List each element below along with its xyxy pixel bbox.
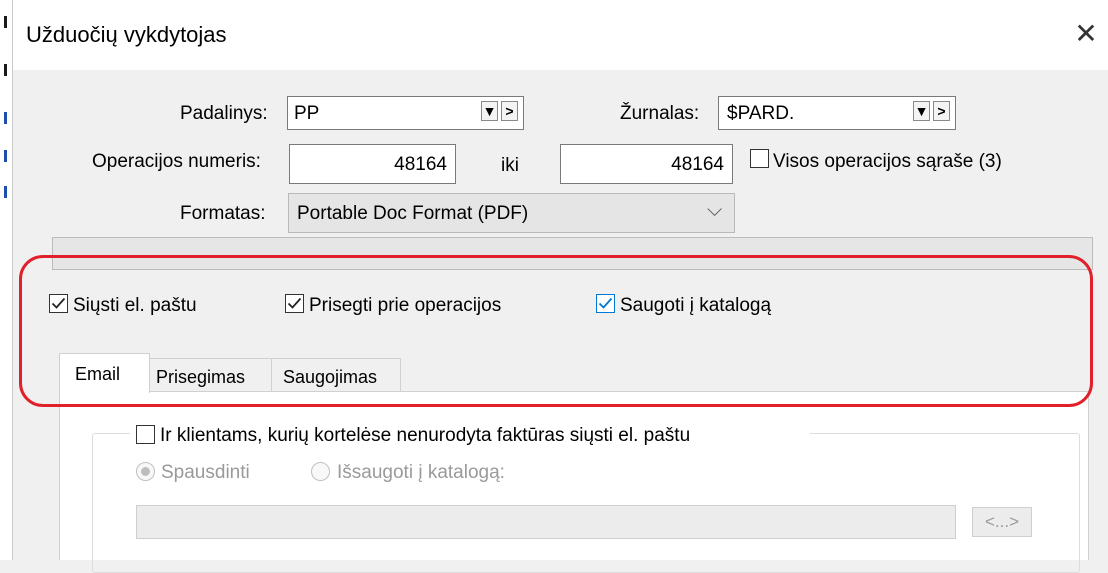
- close-icon[interactable]: ✕: [1068, 16, 1104, 52]
- formatas-label: Formatas:: [180, 203, 266, 224]
- siusti-checkbox[interactable]: [49, 294, 68, 313]
- browse-button[interactable]: <...>: [972, 507, 1032, 537]
- saugoti-label: Saugoti į katalogą: [620, 295, 772, 316]
- siusti-label: Siųsti el. paštu: [73, 295, 197, 316]
- tab-email[interactable]: Email: [59, 353, 150, 393]
- zurnalas-combo[interactable]: $PARD. ▼ >: [718, 96, 956, 130]
- formatas-select[interactable]: Portable Doc Format (PDF) ⌵: [288, 193, 735, 233]
- ir-klientams-label: Ir klientams, kurių kortelėse nenurodyta…: [160, 425, 699, 447]
- operacijos-from-value: 48164: [394, 154, 447, 175]
- operacijos-from-input[interactable]: 48164: [289, 144, 456, 184]
- issaugoti-label: Išsaugoti į katalogą:: [337, 462, 505, 483]
- operacijos-label: Operacijos numeris:: [92, 151, 261, 172]
- visos-label: Visos operacijos sąraše (3): [773, 151, 1002, 172]
- padalinys-label: Padalinys:: [180, 103, 268, 124]
- padalinys-value: PP: [294, 103, 320, 124]
- formatas-value: Portable Doc Format (PDF): [297, 203, 529, 224]
- background-window-edge: [0, 0, 13, 560]
- checkmark-icon: [598, 297, 613, 309]
- checkmark-icon: [51, 297, 66, 309]
- prisegti-label: Prisegti prie operacijos: [309, 295, 502, 316]
- zurnalas-value: $PARD.: [727, 103, 795, 124]
- padalinys-combo[interactable]: PP ▼ >: [287, 96, 524, 130]
- issaugoti-radio[interactable]: [311, 462, 330, 481]
- operacijos-to-value: 48164: [671, 154, 724, 175]
- progress-bar: [52, 237, 1093, 270]
- zurnalas-label: Žurnalas:: [620, 103, 700, 124]
- chevron-down-icon: ⌵: [707, 199, 723, 221]
- spausdinti-label: Spausdinti: [161, 462, 250, 483]
- filter-dropdown-icon[interactable]: ▼: [913, 101, 930, 121]
- window-title: Užduočių vykdytojas: [26, 22, 227, 47]
- next-arrow-icon[interactable]: >: [501, 101, 518, 121]
- tab-prisegimas[interactable]: Prisegimas: [149, 358, 272, 392]
- spausdinti-radio[interactable]: [136, 462, 155, 481]
- visos-checkbox[interactable]: [750, 149, 769, 168]
- saugoti-checkbox[interactable]: [596, 294, 615, 313]
- email-groupbox: [92, 433, 1080, 573]
- next-arrow-icon[interactable]: >: [933, 101, 950, 121]
- prisegti-checkbox[interactable]: [285, 294, 304, 313]
- iki-label: iki: [501, 155, 519, 176]
- filter-dropdown-icon[interactable]: ▼: [481, 101, 498, 121]
- checkmark-icon: [287, 297, 302, 309]
- ir-klientams-checkbox[interactable]: [136, 425, 155, 444]
- tab-saugojimas[interactable]: Saugojimas: [271, 358, 401, 392]
- path-input[interactable]: [136, 505, 956, 539]
- operacijos-to-input[interactable]: 48164: [560, 144, 733, 184]
